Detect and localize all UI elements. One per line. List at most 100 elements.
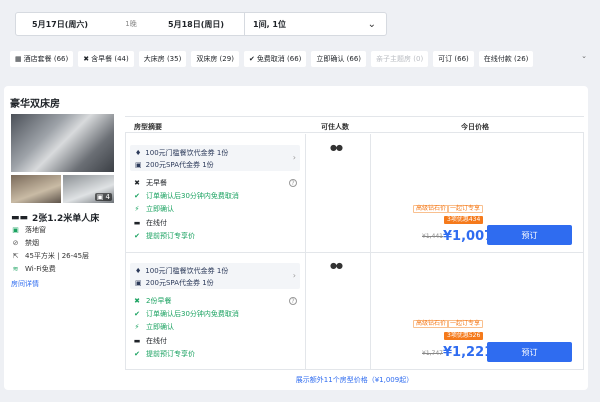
occupancy-icon: ●● [330, 143, 343, 152]
lightning-icon: ⚡ [134, 205, 140, 213]
room-details-link[interactable]: 房间详情 [11, 279, 39, 289]
filter-available[interactable]: 可订 (66) [433, 51, 474, 67]
help-icon[interactable]: ? [289, 297, 297, 305]
grid-icon: ▦ [15, 55, 22, 63]
member-price-badge: 高级钻石价 [413, 205, 450, 213]
filter-family-theme: 亲子主题房 (0) [371, 51, 429, 67]
card-icon: ▬ [133, 219, 141, 227]
bell-icon: ♦ [135, 149, 142, 157]
facility-label: 45平方米 | 26-45层 [25, 252, 90, 260]
gift-icon: ▣ [135, 279, 142, 287]
date-guest-bar[interactable]: 5月17日(周六) 1晚 5月18日(周日) 1间, 1位 ⌄ [15, 12, 387, 36]
utensils-icon: ✖ [134, 297, 140, 305]
col-summary: 房型摘要 [134, 123, 162, 131]
checkin-date[interactable]: 5月17日(周六) [16, 19, 106, 30]
meal-info: ✖ 无早餐 [133, 178, 167, 188]
bed-label: 2张1.2米单人床 [32, 214, 100, 224]
check-circle-icon: ✔ [134, 350, 140, 358]
original-price: ¥1,747 [422, 350, 443, 357]
occupancy-icon: ●● [330, 261, 343, 270]
filter-breakfast[interactable]: ✖ 含早餐 (44) [78, 51, 134, 67]
filter-label: 可订 (66) [438, 55, 469, 63]
help-icon[interactable]: ? [289, 179, 297, 187]
perk-label: 200元SPA代金券 1份 [145, 279, 214, 287]
filter-label: 亲子主题房 (0) [376, 55, 424, 63]
chevron-right-icon: › [292, 153, 296, 162]
member-price-badge: 高级钻石价 [413, 320, 450, 328]
payment-method: ▬ 在线付 [133, 218, 167, 228]
expand-filters-icon[interactable]: ⌄ [581, 52, 587, 60]
cancel-label: 订单确认后30分钟内免费取消 [146, 192, 239, 200]
cancel-label: 订单确认后30分钟内免费取消 [146, 310, 239, 318]
confirm-label: 立即确认 [146, 323, 174, 331]
bed-info: ▬▬ 2张1.2米单人床 [11, 211, 100, 225]
filter-label: 含早餐 (44) [91, 55, 129, 63]
filter-label: 双床房 (29) [196, 55, 234, 63]
promo-badge: 一起订专享 [447, 205, 484, 213]
package-perks[interactable]: ♦ 100元门槛餐饮代金券 1份 ▣ 200元SPA代金券 1份 › [130, 263, 300, 289]
guests-select[interactable]: 1间, 1位 ⌄ [245, 19, 386, 30]
facility-area: ⇱ 45平方米 | 26-45层 [11, 251, 90, 261]
check-circle-icon: ✔ [248, 55, 255, 63]
room-thumbnail[interactable] [11, 175, 61, 203]
book-button[interactable]: 预订 [487, 342, 572, 362]
cancel-policy: ✔ 订单确认后30分钟内免费取消 [133, 191, 239, 201]
filter-label: 酒店套餐 (66) [23, 55, 69, 63]
check-circle-icon: ✔ [134, 192, 140, 200]
no-smoking-icon: ⊘ [12, 239, 19, 247]
payment-label: 在线付 [146, 219, 167, 227]
confirm-label: 立即确认 [146, 205, 174, 213]
check-circle-icon: ✔ [134, 310, 140, 318]
discount-badge: 3项优惠434 [444, 216, 484, 224]
facility-label: 禁烟 [25, 239, 39, 247]
room-title: 豪华双床房 [10, 99, 60, 110]
filter-label: 在线付款 (26) [483, 55, 529, 63]
area-icon: ⇱ [12, 252, 19, 260]
guests-value: 1间, 1位 [253, 19, 286, 29]
photo-count: ▣ 4 [94, 193, 112, 201]
facility-label: 落地窗 [25, 226, 46, 234]
col-occupancy: 可住人数 [321, 123, 349, 131]
chevron-down-icon: ⌄ [367, 18, 376, 30]
utensils-icon: ✖ [83, 55, 90, 63]
promo-badge: 一起订专享 [447, 320, 484, 328]
instant-confirm: ⚡ 立即确认 [133, 204, 174, 214]
original-price: ¥1,441 [422, 233, 443, 240]
package-perks[interactable]: ♦ 100元门槛餐饮代金券 1份 ▣ 200元SPA代金券 1份 › [130, 145, 300, 171]
early-booking: ✔ 提前预订专享价 [133, 349, 195, 359]
filter-package[interactable]: ▦ 酒店套餐 (66) [10, 51, 74, 67]
room-main-photo[interactable] [11, 114, 114, 172]
cancel-policy: ✔ 订单确认后30分钟内免费取消 [133, 309, 239, 319]
book-button[interactable]: 预订 [487, 225, 572, 245]
filter-label: 立即确认 (66) [316, 55, 362, 63]
utensils-icon: ✖ [134, 179, 140, 187]
room-thumbnail[interactable]: ▣ 4 [63, 175, 114, 203]
bell-icon: ♦ [135, 267, 142, 275]
photo-count-value: 4 [105, 193, 110, 201]
perk-label: 100元门槛餐饮代金券 1份 [145, 149, 229, 157]
card-icon: ▬ [133, 337, 141, 345]
meal-label: 无早餐 [146, 179, 167, 187]
filter-king-bed[interactable]: 大床房 (35) [138, 51, 187, 67]
gift-icon: ▣ [135, 161, 142, 169]
early-label: 提前预订专享价 [146, 350, 195, 358]
filter-instant-confirm[interactable]: 立即确认 (66) [311, 51, 367, 67]
nights-count: 1晚 [125, 20, 137, 28]
filter-free-cancel[interactable]: ✔ 免费取消 (66) [243, 51, 307, 67]
rate-table-header: 房型摘要 可住人数 今日价格 [125, 117, 584, 133]
payment-method: ▬ 在线付 [133, 336, 167, 346]
checkout-date[interactable]: 5月18日(周日) [156, 19, 244, 30]
filter-online-pay[interactable]: 在线付款 (26) [478, 51, 534, 67]
early-label: 提前预订专享价 [146, 232, 195, 240]
current-price: ¥1,221 [443, 345, 494, 360]
filter-twin-bed[interactable]: 双床房 (29) [191, 51, 239, 67]
lightning-icon: ⚡ [134, 323, 140, 331]
bed-icon: ▬▬ [11, 212, 29, 223]
payment-label: 在线付 [146, 337, 167, 345]
divider [126, 252, 583, 253]
window-icon: ▣ [12, 226, 19, 234]
show-more-rates-link[interactable]: 展示额外11个房型价格（¥1,009起） [125, 375, 584, 385]
perk-label: 200元SPA代金券 1份 [145, 161, 214, 169]
wifi-icon: ≋ [12, 265, 19, 273]
facility-wifi: ≋ Wi-Fi免费 [11, 264, 56, 274]
